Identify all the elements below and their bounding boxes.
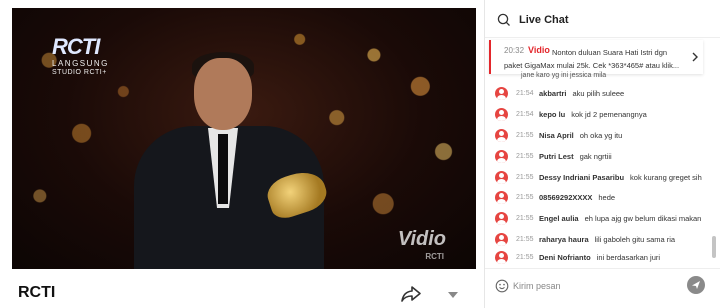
chat-username[interactable]: raharya haura (539, 235, 589, 244)
smiley-icon[interactable] (495, 279, 509, 293)
video-presenter (134, 44, 324, 269)
chevron-down-icon (448, 292, 458, 298)
chat-message: 21:55 Putri Lest gak ngrtiii (485, 146, 711, 166)
avatar (495, 87, 508, 100)
pinned-message[interactable]: 20:32 Vidio Nonton duluan Suara Hati Ist… (489, 40, 703, 74)
avatar (495, 129, 508, 142)
chat-text: gak ngrtiii (579, 152, 612, 161)
avatar (495, 251, 508, 264)
avatar (495, 150, 508, 163)
chevron-right-icon[interactable] (691, 52, 699, 62)
chat-text: kok kurang greget sih (630, 173, 702, 182)
pinned-text: Nonton duluan Suara Hati Istri dgn paket… (504, 48, 680, 70)
channel-logo: RCTI LANGSUNG STUDIO RCTI+ (52, 34, 109, 77)
chat-username[interactable]: Nisa April (539, 131, 574, 140)
chat-message: 21:55 raharya haura lili gaboleh gitu sam… (485, 229, 711, 249)
chat-text: oh oka yg itu (579, 131, 623, 140)
chat-message: 21:55 08569292XXXX hede (485, 187, 711, 207)
chat-header-label: Live Chat (519, 14, 569, 26)
chat-message-partial: jane karo yg ini jessica mila (521, 72, 607, 79)
send-button[interactable] (687, 276, 705, 294)
avatar (495, 191, 508, 204)
page: RCTI LANGSUNG STUDIO RCTI+ Vidio RCTI RC… (0, 0, 720, 308)
chat-message: 21:54 kepo lu kok jd 2 pemenangnya (485, 104, 711, 124)
chat-text: aku pilih suleee (572, 89, 625, 98)
chat-username[interactable]: 08569292XXXX (539, 193, 592, 202)
chat-username[interactable]: akbartri (539, 89, 567, 98)
chat-text: eh lupa ajg gw belum dikasi makan (584, 214, 702, 223)
chat-scrollbar[interactable] (711, 40, 717, 265)
chat-username[interactable]: Engel aulia (539, 214, 579, 223)
chat-header: Live Chat (485, 0, 720, 38)
share-button[interactable] (400, 284, 422, 304)
chat-message: 21:55 Nisa April oh oka yg itu (485, 125, 711, 145)
chat-message: 21:55 Engel aulia eh lupa ajg gw belum di… (485, 208, 711, 228)
chat-message: 21:54 akbartri aku pilih suleee (485, 83, 711, 103)
scrollbar-thumb[interactable] (712, 236, 716, 258)
chat-text: hede (598, 193, 616, 202)
chat-bubble-icon (497, 13, 510, 26)
chat-username[interactable]: Putri Lest (539, 152, 574, 161)
rcti-watermark: RCTI (425, 252, 444, 261)
avatar (495, 171, 508, 184)
chat-username[interactable]: Dessy Indriani Pasaribu (539, 173, 624, 182)
chat-text: ini berdasarkan juri (596, 253, 661, 262)
avatar (495, 212, 508, 225)
chat-message-input[interactable] (513, 275, 673, 297)
chat-message-list: 21:54 akbartri aku pilih suleee 21:54 kep… (485, 80, 711, 265)
share-icon (401, 286, 421, 302)
chat-text: lili gaboleh gitu sama ria (594, 235, 676, 244)
chat-composer (485, 268, 720, 308)
vidio-watermark: Vidio (397, 228, 446, 250)
send-icon (692, 281, 700, 289)
video-title: RCTI (18, 284, 56, 301)
chat-text: kok jd 2 pemenangnya (571, 110, 647, 119)
more-button[interactable] (446, 288, 460, 302)
chat-message: 21:55 Dessy Indriani Pasaribu kok kurang … (485, 167, 711, 187)
chat-username[interactable]: kepo lu (539, 110, 565, 119)
avatar (495, 108, 508, 121)
chat-message: 21:55 Deni Nofrianto ini berdasarkan juri (485, 247, 711, 265)
avatar (495, 233, 508, 246)
chat-username[interactable]: Deni Nofrianto (539, 253, 591, 262)
live-chat-panel: Live Chat 20:32 Vidio Nonton duluan Suar… (484, 0, 720, 308)
video-player[interactable]: RCTI LANGSUNG STUDIO RCTI+ Vidio RCTI (12, 8, 476, 269)
